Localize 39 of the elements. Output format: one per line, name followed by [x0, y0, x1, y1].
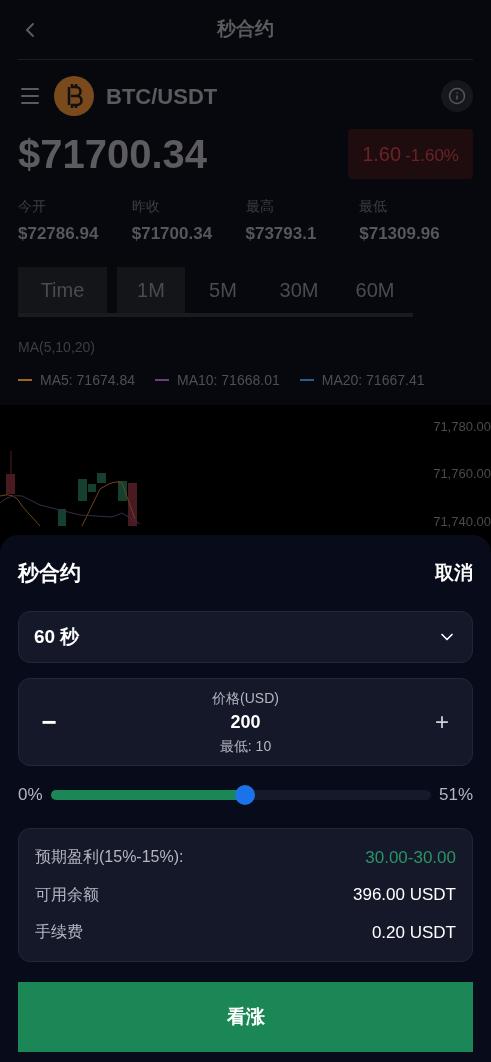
- bitcoin-logo-icon: [54, 76, 94, 116]
- candlestick: [58, 508, 66, 526]
- candlestick: [97, 472, 106, 483]
- change-badge: 1.60 -1.60%: [348, 129, 473, 179]
- summary-label: 可用余额: [35, 884, 99, 905]
- ma-value: MA5: 71674.84: [40, 370, 135, 390]
- ma-value: MA20: 71667.41: [321, 370, 425, 390]
- amount-label: 价格(USD): [212, 688, 279, 708]
- interval-tab[interactable]: 60M: [337, 266, 413, 313]
- info-icon: [448, 87, 466, 105]
- duration-select[interactable]: 60 秒: [18, 611, 473, 663]
- interval-tab[interactable]: 30M: [261, 266, 337, 313]
- sheet-title: 秒合约: [18, 560, 81, 587]
- summary-value: 30.00-30.00: [365, 846, 456, 869]
- summary-label: 预期盈利(15%-15%):: [35, 847, 184, 868]
- percent-slider[interactable]: [50, 784, 431, 805]
- ma-value: MA10: 71668.01: [176, 370, 280, 390]
- slider-min-label: 0%: [18, 784, 43, 806]
- slider-thumb[interactable]: [234, 784, 255, 805]
- stat-value: $73793.1: [245, 223, 318, 245]
- page-title: 秒合约: [217, 17, 274, 42]
- stat-value: $72786.94: [18, 223, 100, 245]
- minimum-amount: 最低: 10: [219, 736, 272, 756]
- increase-button[interactable]: +: [430, 704, 454, 740]
- summary-value: 396.00 USDT: [353, 884, 456, 906]
- pair-symbol: BTC/USDT: [106, 82, 218, 111]
- current-price: $71700.34: [18, 131, 208, 178]
- slider-max-label: 51%: [438, 784, 473, 806]
- buy-up-button[interactable]: 看涨: [18, 982, 473, 1052]
- amount-value[interactable]: 200: [230, 708, 261, 736]
- interval-tab[interactable]: 5M: [185, 266, 261, 313]
- stat-value: $71700.34: [131, 223, 214, 245]
- summary-value: 0.20 USDT: [371, 921, 456, 944]
- summary-label: 手续费: [35, 922, 83, 943]
- stat-value: $71309.96: [359, 223, 441, 245]
- info-button[interactable]: [441, 80, 473, 112]
- candlestick: [6, 450, 15, 494]
- cancel-button[interactable]: 取消: [435, 558, 473, 588]
- decrease-button[interactable]: −: [37, 702, 61, 742]
